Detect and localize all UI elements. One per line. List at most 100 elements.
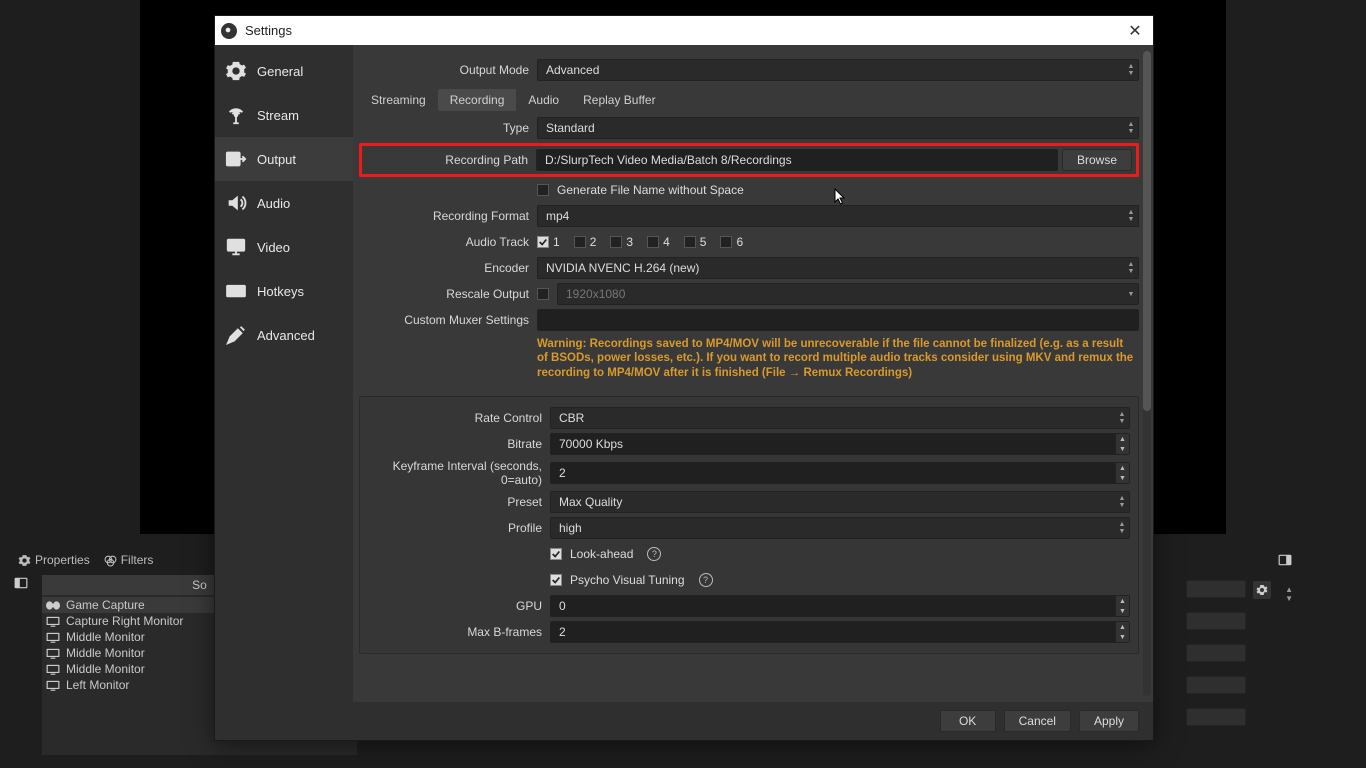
- filters-icon: [104, 554, 117, 567]
- audio-track-checkbox-4[interactable]: [647, 236, 659, 248]
- spinner-icon[interactable]: ▲▼: [1115, 434, 1129, 454]
- look-ahead-checkbox[interactable]: [550, 548, 562, 560]
- audio-track-checkbox-6[interactable]: [720, 236, 732, 248]
- filters-button[interactable]: Filters: [104, 553, 154, 567]
- nav-video[interactable]: Video: [215, 225, 353, 269]
- max-bframes-input[interactable]: 2▲▼: [550, 621, 1130, 643]
- keyboard-icon: [225, 280, 247, 302]
- help-icon[interactable]: ?: [647, 547, 661, 561]
- apply-button[interactable]: Apply: [1079, 710, 1139, 732]
- keyframe-label: Keyframe Interval (seconds, 0=auto): [360, 459, 550, 487]
- source-label: Capture Right Monitor: [66, 614, 183, 628]
- source-label: Left Monitor: [66, 678, 129, 692]
- chevrons-icon: ▲▼: [1124, 206, 1138, 226]
- mixer-slot[interactable]: ▲▼: [1186, 580, 1246, 598]
- recording-path-input[interactable]: D:/SlurpTech Video Media/Batch 8/Recordi…: [536, 149, 1058, 171]
- dialog-footer: OK Cancel Apply: [215, 702, 1153, 740]
- preset-label: Preset: [360, 495, 550, 509]
- nav-hotkeys[interactable]: Hotkeys: [215, 269, 353, 313]
- look-ahead-label: Look-ahead: [570, 547, 633, 561]
- nav-audio[interactable]: Audio: [215, 181, 353, 225]
- panel-collapse-icon-right[interactable]: [1278, 554, 1292, 569]
- chevrons-icon: ▲▼: [1115, 518, 1129, 538]
- psycho-visual-checkbox[interactable]: [550, 574, 562, 586]
- properties-label: Properties: [35, 553, 90, 567]
- chevrons-icon[interactable]: ▲▼: [1285, 585, 1293, 603]
- audio-track-1[interactable]: 1: [537, 235, 560, 249]
- chevrons-icon: ▲▼: [1115, 408, 1129, 428]
- preset-select[interactable]: Max Quality▲▼: [550, 491, 1130, 513]
- rescale-output-checkbox[interactable]: [537, 288, 549, 300]
- audio-track-checkbox-1[interactable]: [537, 236, 549, 248]
- audio-track-5[interactable]: 5: [684, 235, 707, 249]
- title-bar[interactable]: Settings ✕: [215, 16, 1153, 45]
- source-label: Middle Monitor: [66, 630, 145, 644]
- monitor-icon: [46, 616, 60, 627]
- audio-track-2[interactable]: 2: [574, 235, 597, 249]
- mixer-slot[interactable]: [1186, 676, 1246, 694]
- audio-track-label: 4: [663, 235, 670, 249]
- recording-type-select[interactable]: Standard▲▼: [537, 117, 1139, 139]
- encoder-label: Encoder: [359, 261, 537, 275]
- scrollbar-thumb[interactable]: [1143, 51, 1151, 411]
- recording-format-select[interactable]: mp4▲▼: [537, 205, 1139, 227]
- filters-label: Filters: [121, 553, 154, 567]
- content-scrollbar[interactable]: [1143, 51, 1151, 696]
- mixer-slot[interactable]: [1186, 644, 1246, 662]
- bitrate-input[interactable]: 70000 Kbps▲▼: [550, 433, 1130, 455]
- keyframe-input[interactable]: 2▲▼: [550, 462, 1130, 484]
- recording-format-label: Recording Format: [359, 209, 537, 223]
- nav-output[interactable]: Output: [215, 137, 353, 181]
- type-label: Type: [359, 121, 537, 135]
- audio-track-checkbox-3[interactable]: [610, 236, 622, 248]
- audio-track-6[interactable]: 6: [720, 235, 743, 249]
- custom-muxer-input[interactable]: [537, 309, 1139, 331]
- spinner-icon[interactable]: ▲▼: [1115, 596, 1129, 616]
- panel-collapse-icon[interactable]: [14, 577, 28, 592]
- rate-control-select[interactable]: CBR▲▼: [550, 407, 1130, 429]
- nav-advanced[interactable]: Advanced: [215, 313, 353, 357]
- rescale-output-label: Rescale Output: [359, 287, 537, 301]
- source-label: Middle Monitor: [66, 662, 145, 676]
- spinner-icon[interactable]: ▲▼: [1115, 463, 1129, 483]
- properties-button[interactable]: Properties: [18, 553, 90, 567]
- obs-logo-icon: [221, 23, 237, 39]
- gpu-input[interactable]: 0▲▼: [550, 595, 1130, 617]
- chevrons-icon: ▲▼: [1124, 60, 1138, 80]
- audio-track-3[interactable]: 3: [610, 235, 633, 249]
- monitor-icon: [225, 236, 247, 258]
- spinner-icon[interactable]: ▲▼: [1115, 622, 1129, 642]
- output-mode-label: Output Mode: [359, 63, 537, 77]
- nav-label: General: [257, 64, 303, 79]
- nav-stream[interactable]: Stream: [215, 93, 353, 137]
- audio-track-4[interactable]: 4: [647, 235, 670, 249]
- browse-button[interactable]: Browse: [1062, 149, 1132, 171]
- ok-button[interactable]: OK: [940, 710, 996, 732]
- chevrons-icon: ▲▼: [1115, 492, 1129, 512]
- rate-control-label: Rate Control: [360, 411, 550, 425]
- tab-replay-buffer[interactable]: Replay Buffer: [571, 89, 668, 111]
- audio-track-checkbox-2[interactable]: [574, 236, 586, 248]
- mixer-slot[interactable]: [1186, 708, 1246, 726]
- tab-recording[interactable]: Recording: [438, 89, 517, 111]
- output-mode-select[interactable]: Advanced▲▼: [537, 59, 1139, 81]
- encoder-select[interactable]: NVIDIA NVENC H.264 (new)▲▼: [537, 257, 1139, 279]
- monitor-icon: [46, 632, 60, 643]
- cancel-button[interactable]: Cancel: [1004, 710, 1071, 732]
- settings-content: Output Mode Advanced▲▼ Streaming Recordi…: [353, 45, 1153, 702]
- rescale-output-select: 1920x1080▼: [557, 283, 1139, 305]
- profile-select[interactable]: high▲▼: [550, 517, 1130, 539]
- audio-track-label: 3: [626, 235, 633, 249]
- tab-streaming[interactable]: Streaming: [359, 89, 438, 111]
- help-icon[interactable]: ?: [699, 573, 713, 587]
- monitor-icon: [46, 648, 60, 659]
- close-button[interactable]: ✕: [1123, 21, 1147, 41]
- mixer-slot[interactable]: [1186, 612, 1246, 630]
- chevrons-icon: ▲▼: [1124, 258, 1138, 278]
- nav-general[interactable]: General: [215, 49, 353, 93]
- audio-track-checkbox-5[interactable]: [684, 236, 696, 248]
- mixer-gear-button[interactable]: [1253, 581, 1271, 599]
- chevrons-icon: ▲▼: [1124, 118, 1138, 138]
- tab-audio[interactable]: Audio: [516, 89, 571, 111]
- gen-no-space-checkbox[interactable]: [537, 184, 549, 196]
